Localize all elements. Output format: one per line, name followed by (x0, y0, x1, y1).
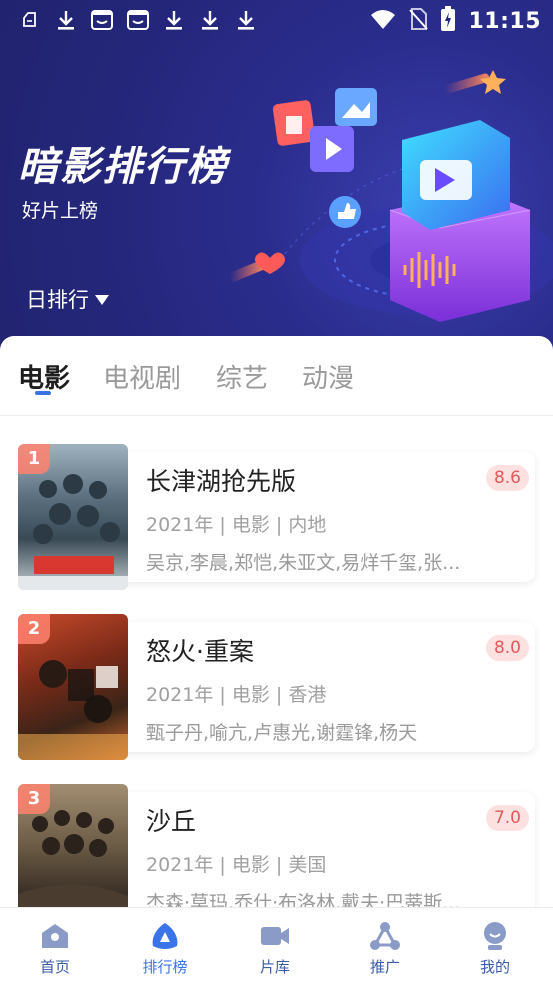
share-icon (370, 922, 400, 950)
movie-cast: 吴京,李晨,郑恺,朱亚文,易烊千玺,张... (146, 552, 461, 574)
download-icon (162, 8, 186, 32)
app-notification-icon (18, 8, 42, 32)
movie-poster[interactable]: 2 (18, 614, 128, 760)
page-subtitle: 好片上榜 (22, 200, 99, 222)
no-sim-icon (408, 7, 429, 35)
video-camera-icon (261, 927, 289, 945)
download-icon (54, 8, 78, 32)
movie-title: 沙丘 (146, 807, 197, 836)
tab-variety[interactable]: 综艺 (216, 358, 268, 395)
score-badge: 8.0 (485, 635, 529, 661)
download-icon (234, 8, 258, 32)
download-icon (198, 8, 222, 32)
movie-meta: 2021年 | 电影 | 内地 (146, 514, 327, 536)
nav-item-promote[interactable]: 推广 (330, 908, 440, 983)
nav-label: 我的 (479, 958, 510, 976)
battery-charging-icon (440, 6, 456, 36)
period-selector-label: 日排行 (26, 288, 89, 312)
movie-title: 长津湖抢先版 (146, 467, 297, 496)
movie-card[interactable]: 8.0 2 怒火·重案 2021年 | 电影 | 香港 甄子丹,喻亢,卢惠光,谢… (18, 614, 535, 760)
movie-title: 怒火·重案 (146, 637, 254, 666)
tab-movie[interactable]: 电影 (18, 358, 70, 395)
movie-cast: 甄子丹,喻亢,卢惠光,谢霆锋,杨天 (146, 722, 418, 744)
nav-item-ranking[interactable]: 排行榜 (110, 908, 220, 983)
score-badge: 7.0 (485, 805, 529, 831)
caret-down-icon (95, 295, 109, 305)
category-tabs: 电影 电视剧 综艺 动漫 (0, 336, 553, 416)
rank-badge: 2 (18, 614, 50, 644)
home-icon (42, 924, 68, 948)
period-selector[interactable]: 日排行 (26, 284, 109, 314)
rank-badge: 1 (18, 444, 50, 474)
tv-box-icon (90, 8, 114, 32)
nav-label: 排行榜 (142, 958, 188, 976)
tv-box-icon (126, 8, 150, 32)
page-title: 暗影排行榜 (18, 144, 228, 190)
banner-illustration (230, 70, 553, 322)
header-banner: 11:15 暗影排行榜 好片上榜 日排行 (0, 0, 553, 350)
wifi-icon (370, 8, 396, 34)
nav-item-library[interactable]: 片库 (220, 908, 330, 983)
status-bar: 11:15 (0, 0, 553, 40)
content-sheet: 电影 电视剧 综艺 动漫 8.6 1 长津湖抢先版 2021年 | 电影 | 内… (0, 336, 553, 930)
movie-meta: 2021年 | 电影 | 香港 (146, 684, 327, 706)
ranking-icon (152, 923, 178, 949)
movie-card[interactable]: 8.6 1 长津湖抢先版 2021年 | 电影 | 内地 吴京,李晨,郑恺,朱亚… (18, 444, 535, 590)
status-time: 11:15 (468, 8, 541, 34)
tab-anime[interactable]: 动漫 (302, 358, 354, 395)
nav-item-profile[interactable]: 我的 (440, 908, 550, 983)
nav-label: 首页 (39, 958, 70, 976)
tab-tv-series[interactable]: 电视剧 (103, 358, 181, 395)
active-tab-indicator (35, 391, 51, 395)
bottom-nav: 首页 排行榜 片库 推广 我的 (0, 907, 553, 983)
nav-label: 片库 (259, 958, 290, 976)
profile-icon (484, 922, 506, 950)
movie-meta: 2021年 | 电影 | 美国 (146, 854, 327, 876)
movie-poster[interactable]: 1 (18, 444, 128, 590)
nav-label: 推广 (369, 958, 400, 976)
nav-item-home[interactable]: 首页 (0, 908, 110, 983)
rank-badge: 3 (18, 784, 50, 814)
score-badge: 8.6 (485, 465, 529, 491)
